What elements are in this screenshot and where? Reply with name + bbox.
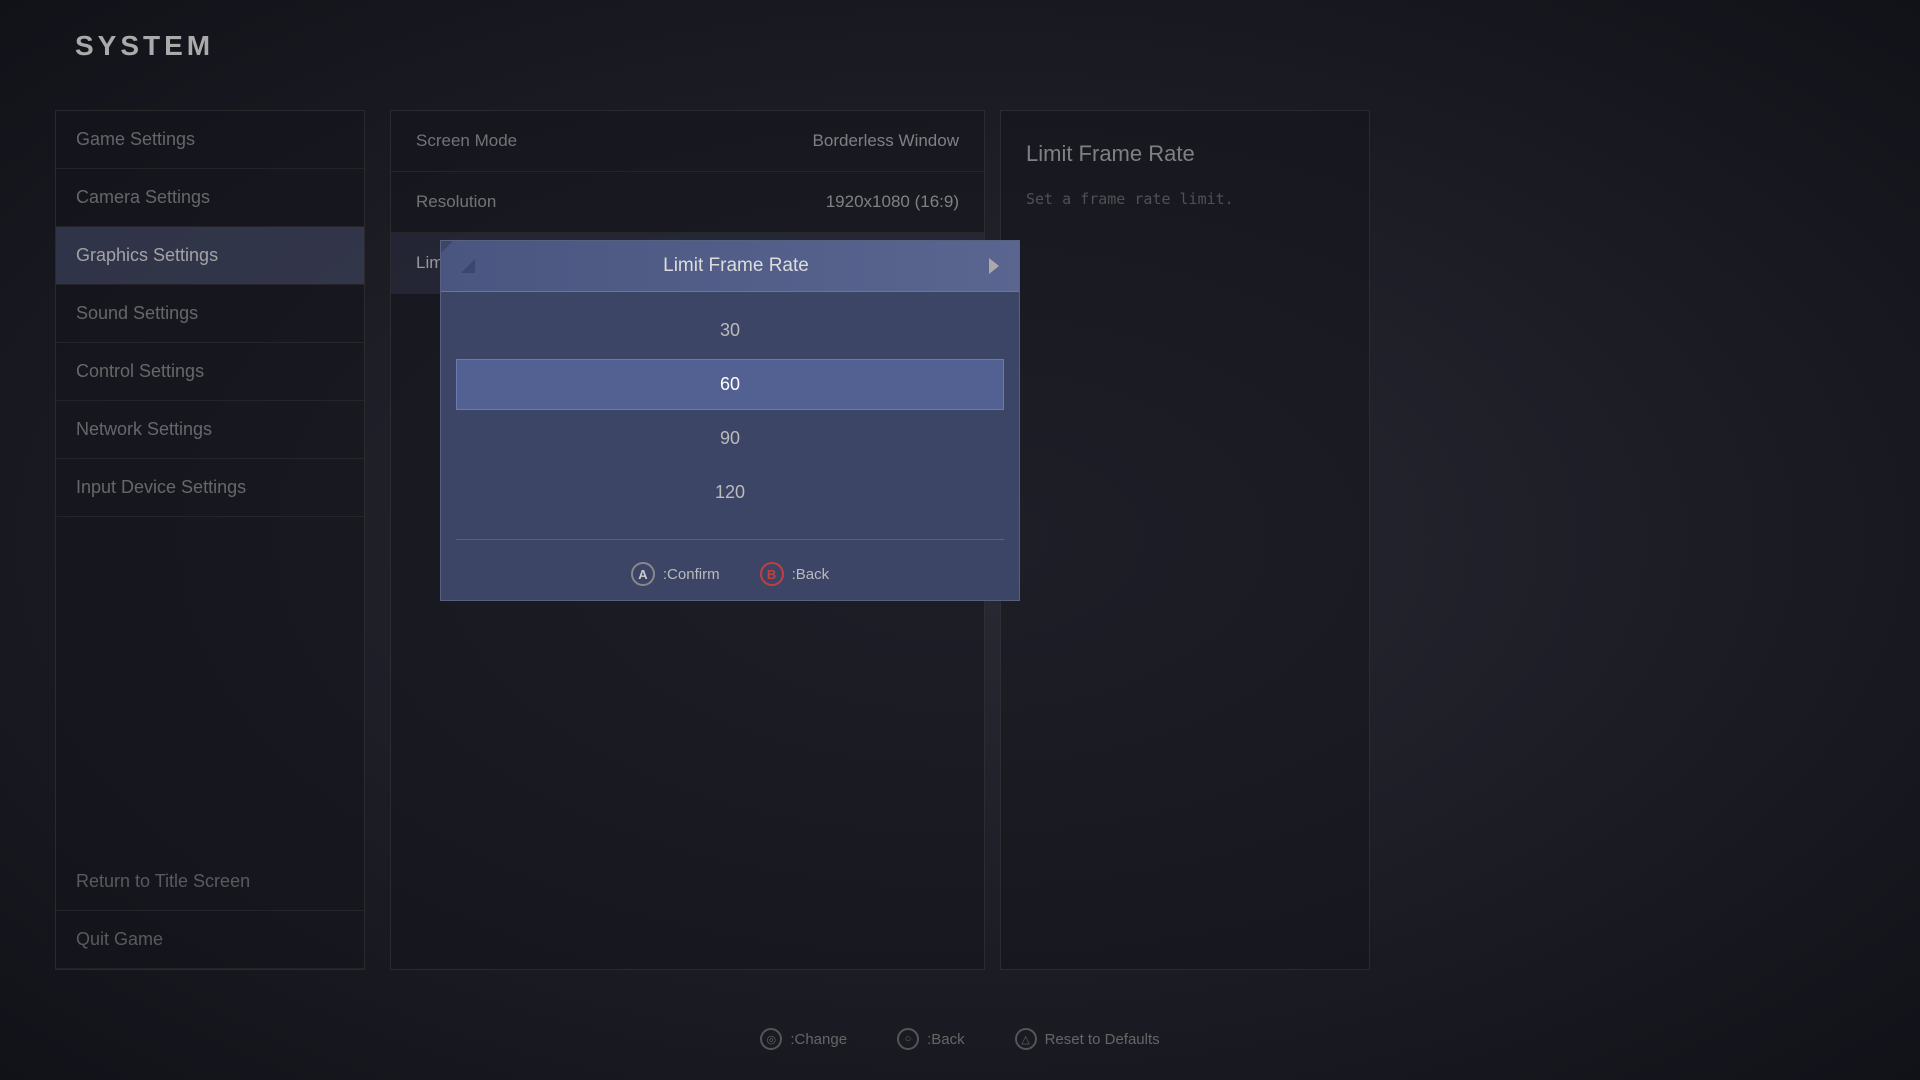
setting-row-resolution[interactable]: Resolution 1920x1080 (16:9) (391, 172, 984, 233)
help-description: Set a frame rate limit. (1026, 187, 1344, 211)
back-icon: B (760, 562, 784, 586)
modal-header: Limit Frame Rate (441, 241, 1019, 292)
sidebar-item-input-device-settings[interactable]: Input Device Settings (56, 459, 364, 517)
bottom-back-icon: ○ (897, 1028, 919, 1050)
right-help-panel: Limit Frame Rate Set a frame rate limit. (1000, 110, 1370, 970)
bottom-bar: ◎ :Change ○ :Back △ Reset to Defaults (0, 1028, 1920, 1050)
sidebar-item-sound-settings[interactable]: Sound Settings (56, 285, 364, 343)
modal-divider (456, 539, 1004, 540)
limit-frame-rate-modal: Limit Frame Rate 30 60 90 120 A :Confirm… (440, 240, 1020, 601)
confirm-button[interactable]: A :Confirm (631, 562, 720, 586)
sidebar-item-return-to-title[interactable]: Return to Title Screen (56, 853, 364, 911)
bottom-back-btn: ○ :Back (897, 1028, 965, 1050)
bottom-change-btn: ◎ :Change (760, 1028, 847, 1050)
change-icon: ◎ (760, 1028, 782, 1050)
option-60[interactable]: 60 (456, 359, 1004, 410)
option-120[interactable]: 120 (456, 467, 1004, 518)
menu-bottom: Return to Title Screen Quit Game (56, 853, 364, 969)
modal-footer: A :Confirm B :Back (441, 548, 1019, 600)
sidebar-item-control-settings[interactable]: Control Settings (56, 343, 364, 401)
bottom-reset-btn: △ Reset to Defaults (1015, 1028, 1160, 1050)
sidebar-item-network-settings[interactable]: Network Settings (56, 401, 364, 459)
back-button[interactable]: B :Back (760, 562, 830, 586)
system-title: SYSTEM (75, 30, 214, 62)
left-menu-panel: Game Settings Camera Settings Graphics S… (55, 110, 365, 970)
modal-header-arrow-icon (989, 258, 999, 274)
confirm-icon: A (631, 562, 655, 586)
modal-options-list: 30 60 90 120 (441, 292, 1019, 531)
setting-row-screen-mode[interactable]: Screen Mode Borderless Window (391, 111, 984, 172)
modal-title: Limit Frame Rate (663, 255, 809, 277)
sidebar-item-camera-settings[interactable]: Camera Settings (56, 169, 364, 227)
option-90[interactable]: 90 (456, 413, 1004, 464)
help-title: Limit Frame Rate (1026, 141, 1344, 167)
sidebar-item-quit-game[interactable]: Quit Game (56, 911, 364, 969)
option-30[interactable]: 30 (456, 305, 1004, 356)
sidebar-item-game-settings[interactable]: Game Settings (56, 111, 364, 169)
reset-icon: △ (1015, 1028, 1037, 1050)
sidebar-item-graphics-settings[interactable]: Graphics Settings (56, 227, 364, 285)
